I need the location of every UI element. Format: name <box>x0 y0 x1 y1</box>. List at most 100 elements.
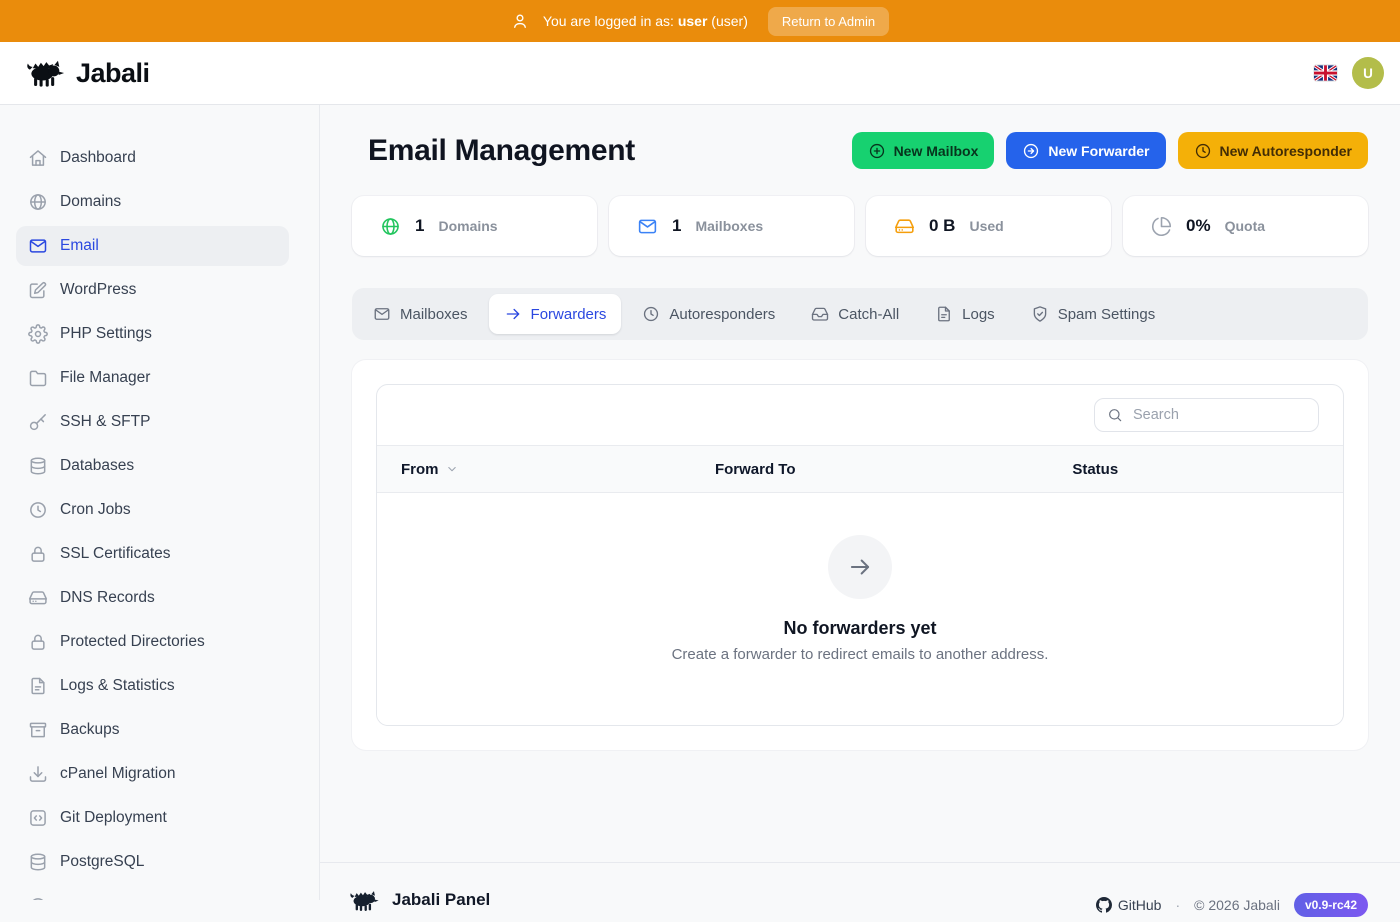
sidebar-item-cpanel-migration[interactable]: cPanel Migration <box>16 754 289 794</box>
sidebar-item-ssl-certificates[interactable]: SSL Certificates <box>16 534 289 574</box>
forwarders-panel: From Forward To Status No forwarders yet… <box>352 360 1368 750</box>
sidebar-item-email[interactable]: Email <box>16 226 289 266</box>
header: Jabali U <box>0 42 1400 105</box>
header-right: U <box>1314 57 1384 89</box>
sidebar-item-protected-directories[interactable]: Protected Directories <box>16 622 289 662</box>
tab-logs[interactable]: Logs <box>920 294 1010 334</box>
sidebar-item-label: Databases <box>60 457 134 475</box>
sidebar-item-label: Protected Directories <box>60 633 205 651</box>
gear-icon <box>28 324 48 344</box>
arrow-right-icon <box>504 305 522 323</box>
edit-icon <box>28 280 48 300</box>
tab-spam-settings[interactable]: Spam Settings <box>1016 294 1171 334</box>
folder-icon <box>28 368 48 388</box>
search-input[interactable] <box>1131 406 1306 424</box>
tab-autoresponders[interactable]: Autoresponders <box>627 294 790 334</box>
key-icon <box>28 412 48 432</box>
sidebar-item-label: Backups <box>60 721 119 739</box>
database-icon <box>28 456 48 476</box>
forwarders-table-card: From Forward To Status No forwarders yet… <box>376 384 1344 726</box>
file-text-icon <box>935 305 953 323</box>
tab-bar: Mailboxes Forwarders Autoresponders Catc… <box>352 288 1368 340</box>
sidebar-item-label: File Manager <box>60 369 150 387</box>
archive-icon <box>28 720 48 740</box>
stats-row: 1 Domains 1 Mailboxes 0 B Used 0% Quota <box>352 196 1368 256</box>
new-mailbox-button[interactable]: New Mailbox <box>852 132 995 169</box>
column-header-from[interactable]: From <box>377 461 691 478</box>
hard-drive-icon <box>894 216 915 237</box>
hard-drive-icon <box>28 588 48 608</box>
empty-state-description: Create a forwarder to redirect emails to… <box>672 646 1049 663</box>
stat-value: 1 <box>672 216 681 236</box>
avatar[interactable]: U <box>1352 57 1384 89</box>
sidebar-item-git-deployment[interactable]: Git Deployment <box>16 798 289 838</box>
empty-state-circle <box>828 535 892 599</box>
sidebar-item-label: Email <box>60 237 99 255</box>
sidebar-item-backups[interactable]: Backups <box>16 710 289 750</box>
column-header-status: Status <box>1048 461 1343 478</box>
new-forwarder-button[interactable]: New Forwarder <box>1006 132 1165 169</box>
stat-card-domains: 1 Domains <box>352 196 597 256</box>
database-icon <box>28 852 48 872</box>
sidebar-nav: Dashboard Domains Email WordPress PHP Se… <box>16 138 289 900</box>
sidebar-item-label: SSL Certificates <box>60 545 171 563</box>
arrow-right-circle-icon <box>1022 142 1040 160</box>
sidebar-item-file-manager[interactable]: File Manager <box>16 358 289 398</box>
new-autoresponder-button[interactable]: New Autoresponder <box>1178 132 1369 169</box>
file-text-icon <box>28 676 48 696</box>
sidebar-item-label: Logs & Statistics <box>60 677 175 695</box>
stat-value: 0% <box>1186 216 1211 236</box>
arrow-right-icon <box>847 554 873 580</box>
sidebar-item-label: Git Deployment <box>60 809 167 827</box>
title-row: Email Management New Mailbox New Forward… <box>352 132 1368 169</box>
search-box <box>1094 398 1319 432</box>
github-link[interactable]: GitHub <box>1096 897 1162 913</box>
sidebar: Dashboard Domains Email WordPress PHP Se… <box>0 105 320 900</box>
sidebar-item-label: SSH & SFTP <box>60 413 150 431</box>
sidebar-item-label: WordPress <box>60 281 136 299</box>
lock-icon <box>28 632 48 652</box>
sidebar-item-label: Dashboard <box>60 149 136 167</box>
sidebar-item-partial[interactable] <box>16 886 289 900</box>
plus-circle-icon <box>868 142 886 160</box>
user-icon <box>511 12 529 30</box>
brand: Jabali <box>24 58 150 89</box>
topbar: You are logged in as: user (user) Return… <box>0 0 1400 42</box>
github-icon <box>1096 897 1112 913</box>
sidebar-item-domains[interactable]: Domains <box>16 182 289 222</box>
return-to-admin-button[interactable]: Return to Admin <box>768 7 889 36</box>
stat-card-used: 0 B Used <box>866 196 1111 256</box>
globe-icon <box>28 192 48 212</box>
tab-mailboxes[interactable]: Mailboxes <box>358 294 483 334</box>
mail-icon <box>637 216 658 237</box>
home-icon <box>28 148 48 168</box>
clock-icon <box>1194 142 1212 160</box>
sidebar-item-ssh-sftp[interactable]: SSH & SFTP <box>16 402 289 442</box>
sidebar-item-label: cPanel Migration <box>60 765 175 783</box>
footer-right: GitHub · © 2026 Jabali v0.9-rc42 <box>1096 893 1368 917</box>
shield-check-icon <box>1031 305 1049 323</box>
clock-icon <box>28 500 48 520</box>
empty-state: No forwarders yet Create a forwarder to … <box>377 493 1343 725</box>
sidebar-item-dashboard[interactable]: Dashboard <box>16 138 289 178</box>
inbox-icon <box>811 305 829 323</box>
page-title: Email Management <box>368 134 635 168</box>
tab-forwarders[interactable]: Forwarders <box>489 294 622 334</box>
sidebar-item-cron-jobs[interactable]: Cron Jobs <box>16 490 289 530</box>
mail-icon <box>373 305 391 323</box>
stat-card-quota: 0% Quota <box>1123 196 1368 256</box>
tab-catch-all[interactable]: Catch-All <box>796 294 914 334</box>
language-flag-icon[interactable] <box>1314 65 1337 81</box>
sidebar-item-dns-records[interactable]: DNS Records <box>16 578 289 618</box>
sidebar-item-logs-statistics[interactable]: Logs & Statistics <box>16 666 289 706</box>
sidebar-item-postgresql[interactable]: PostgreSQL <box>16 842 289 882</box>
stat-value: 0 B <box>929 216 955 236</box>
sidebar-item-label: PHP Settings <box>60 325 152 343</box>
sidebar-item-wordpress[interactable]: WordPress <box>16 270 289 310</box>
sidebar-item-php-settings[interactable]: PHP Settings <box>16 314 289 354</box>
clock-icon <box>642 305 660 323</box>
stat-label: Quota <box>1225 218 1265 234</box>
search-icon <box>1107 407 1123 423</box>
sidebar-item-databases[interactable]: Databases <box>16 446 289 486</box>
chevron-down-icon <box>445 462 459 476</box>
